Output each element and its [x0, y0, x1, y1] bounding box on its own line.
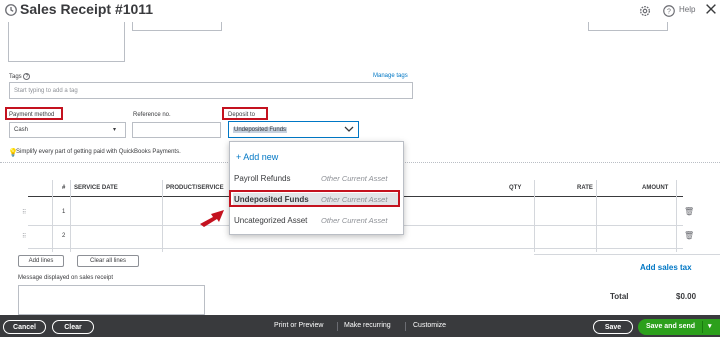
- col-header-amount: AMOUNT: [642, 185, 669, 191]
- close-icon[interactable]: [704, 2, 718, 16]
- address-textarea[interactable]: [8, 22, 125, 62]
- clear-all-lines-button[interactable]: Clear all lines: [77, 255, 139, 267]
- payment-method-select[interactable]: Cash: [9, 122, 126, 138]
- total-label: Total: [610, 292, 629, 301]
- footer-separator: [405, 322, 406, 331]
- make-recurring-link[interactable]: Make recurring: [344, 322, 391, 329]
- dropdown-option[interactable]: Uncategorized Asset Other Current Asset: [233, 214, 400, 228]
- highlight-box: [5, 107, 63, 120]
- col-divider: [162, 180, 163, 252]
- field-stub[interactable]: [588, 22, 668, 31]
- clear-button[interactable]: Clear: [52, 320, 94, 334]
- field-stub[interactable]: [132, 22, 222, 31]
- tags-label: Tags ?: [9, 73, 31, 80]
- divider: [534, 254, 720, 255]
- deposit-to-select[interactable]: Undeposited Funds: [228, 121, 359, 138]
- help-label[interactable]: Help: [679, 5, 695, 14]
- header: Sales Receipt #1011 ? Help: [0, 0, 720, 22]
- help-icon[interactable]: ?: [662, 4, 676, 18]
- col-divider: [70, 180, 71, 252]
- reference-input[interactable]: [132, 122, 221, 138]
- svg-text:?: ?: [667, 9, 671, 16]
- message-label: Message displayed on sales receipt: [18, 275, 114, 281]
- customize-link[interactable]: Customize: [413, 322, 446, 329]
- col-header-service-date: SERVICE DATE: [74, 185, 118, 191]
- total-value: $0.00: [676, 292, 697, 301]
- save-and-send-button[interactable]: Save and send ▾: [638, 319, 720, 335]
- trash-icon[interactable]: 🗑: [684, 207, 694, 216]
- chevron-down-icon[interactable]: [344, 125, 354, 133]
- add-sales-tax-link[interactable]: Add sales tax: [640, 263, 692, 272]
- highlight-box: [222, 107, 268, 120]
- gear-icon[interactable]: [638, 4, 652, 18]
- col-divider: [534, 180, 535, 252]
- deposit-to-dropdown: + Add new Payroll Refunds Other Current A…: [229, 141, 404, 235]
- col-header-rate: RATE: [577, 185, 593, 191]
- col-header-qty: QTY: [509, 185, 522, 191]
- drag-handle-icon[interactable]: ⠿: [22, 233, 26, 240]
- trash-icon[interactable]: 🗑: [684, 231, 694, 240]
- page-title: Sales Receipt #1011: [20, 1, 154, 17]
- reference-label: Reference no.: [133, 112, 171, 118]
- tags-input[interactable]: Start typing to add a tag: [9, 82, 413, 99]
- col-divider: [676, 180, 677, 252]
- footer-bar: Cancel Clear Print or Preview Make recur…: [0, 315, 720, 337]
- arrow-icon: [200, 210, 224, 227]
- drag-handle-icon[interactable]: ⠿: [22, 209, 26, 216]
- col-divider: [596, 180, 597, 252]
- col-divider: [52, 180, 53, 252]
- save-button[interactable]: Save: [593, 320, 633, 334]
- chevron-down-icon[interactable]: ▾: [708, 322, 712, 330]
- payments-tip[interactable]: Simplify every part of getting paid with…: [16, 149, 181, 155]
- row-divider: [28, 248, 683, 249]
- print-preview-link[interactable]: Print or Preview: [274, 322, 323, 329]
- manage-tags-link[interactable]: Manage tags: [373, 73, 408, 79]
- col-header-product: PRODUCT/SERVICE: [166, 185, 224, 191]
- history-icon[interactable]: [4, 3, 18, 17]
- add-new-option[interactable]: + Add new: [236, 152, 278, 162]
- chevron-down-icon: ▾: [113, 127, 117, 133]
- row-number: 1: [62, 209, 66, 215]
- highlight-box: [229, 190, 400, 207]
- button-divider: [702, 321, 703, 333]
- row-number: 2: [62, 233, 66, 239]
- message-textarea[interactable]: [18, 285, 205, 315]
- cancel-button[interactable]: Cancel: [3, 320, 46, 334]
- footer-separator: [337, 322, 338, 331]
- add-lines-button[interactable]: Add lines: [18, 255, 64, 267]
- dropdown-option[interactable]: Payroll Refunds Other Current Asset: [233, 172, 400, 186]
- col-header-num: #: [62, 185, 66, 191]
- info-icon: ?: [23, 73, 31, 80]
